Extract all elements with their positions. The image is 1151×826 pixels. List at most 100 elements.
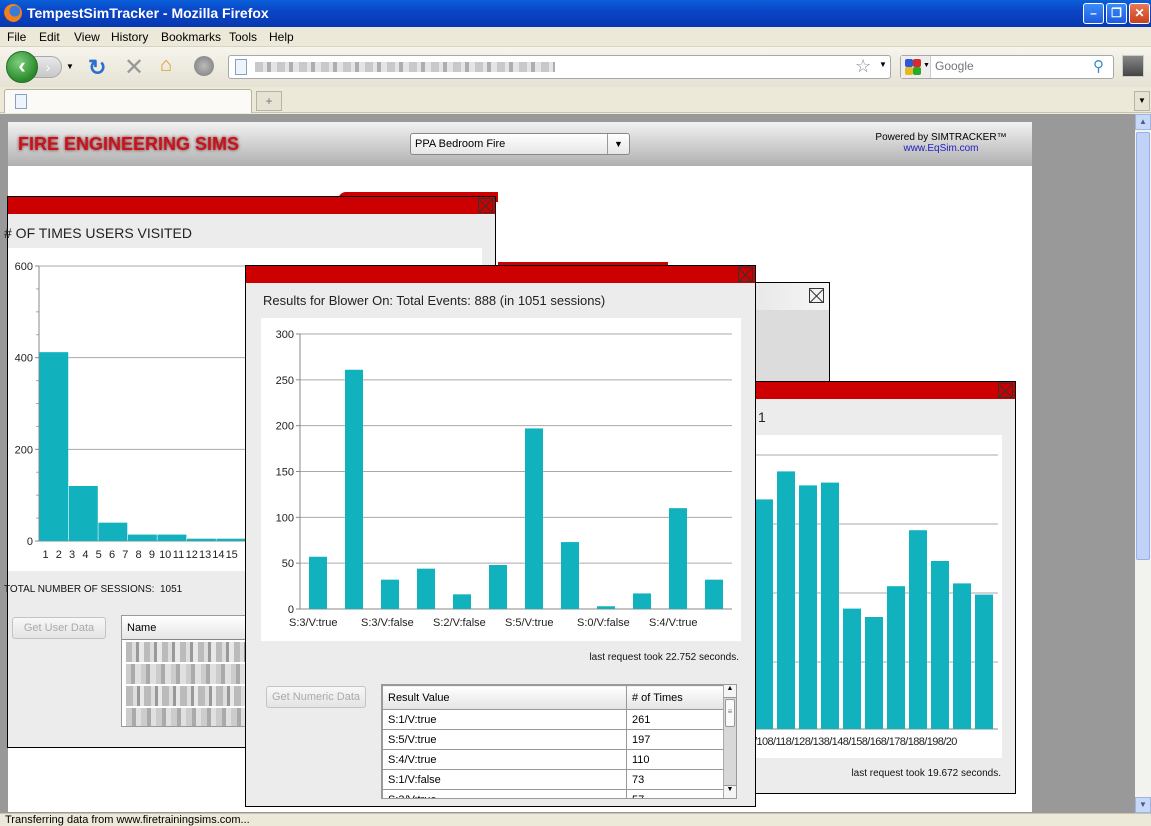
get-numeric-data-button[interactable]: Get Numeric Data [266,686,366,708]
bar-S:0/V:true [633,593,651,609]
vertical-scrollbar[interactable]: ▲ ▼ [1135,114,1151,813]
menu-edit[interactable]: Edit [39,30,60,44]
x-tick-label: 6 [109,549,115,561]
user-list-item[interactable] [126,708,246,726]
minimize-button[interactable]: – [1083,3,1104,24]
search-icon[interactable]: ⚲ [1093,57,1104,75]
tab-list-button[interactable]: ▼ [1134,91,1150,111]
cell-result: S:3/V:true [382,789,627,798]
y-tick-label: 300 [276,329,294,341]
dialog-title: # OF TIMES USERS VISITED [4,225,193,241]
cell-count: 261 [626,709,724,730]
user-list-header[interactable]: Name [122,616,250,640]
app-header: FIRE ENGINEERING SIMS PPA Bedroom Fire ▼… [8,122,1032,166]
bar-3 [98,522,128,541]
close-icon[interactable] [809,288,824,303]
search-bar[interactable]: ▼ ⚲ [900,55,1114,79]
column-header-count[interactable]: # of Times [626,685,724,710]
table-scrollbar-thumb[interactable]: ≡ [725,699,735,727]
scroll-down-icon[interactable]: ▼ [1135,797,1151,813]
google-engine-icon[interactable]: ▼ [901,56,931,78]
bar-20 [975,594,993,729]
bar-118 [777,471,795,729]
bar-S:1/V:false [561,542,579,609]
bar-198 [953,583,971,729]
y-tick-label: 600 [15,261,33,273]
eqsim-link[interactable]: www.EqSim.com [903,143,978,154]
y-tick-label: 50 [282,558,294,570]
globe-icon[interactable] [194,56,214,76]
table-scrollbar[interactable]: ▲ ≡ ▼ [723,685,736,798]
user-list-item[interactable] [126,642,246,662]
url-dropdown-icon[interactable]: ▼ [879,60,887,69]
restore-button[interactable]: ❐ [1106,3,1127,24]
bar-148 [843,608,861,729]
close-icon[interactable] [478,198,493,213]
menu-file[interactable]: File [7,30,26,44]
window-titlebar[interactable]: TempestSimTracker - Mozilla Firefox – ❐ … [0,0,1151,27]
user-list-item[interactable] [126,664,246,684]
tab-bar: + ▼ [0,87,1151,113]
blower-chart-svg: 0 50 100 150 200 250 300 S:3/V:true S:3/V:false S… [276,329,732,629]
cell-result: S:1/V:true [382,709,627,730]
cell-count: 73 [626,769,724,790]
cell-count: 110 [626,749,724,770]
history-dropdown-icon[interactable]: ▼ [66,62,74,71]
user-list[interactable]: Name [121,615,251,727]
stop-icon[interactable]: ✕ [124,53,144,82]
menu-help[interactable]: Help [269,30,294,44]
dialog-header[interactable] [754,382,1015,399]
bookmark-star-icon[interactable]: ☆ [855,56,871,77]
bar-S:4/V:false [705,579,723,609]
x-tick-label: 11 [173,549,184,561]
bar-S:5/V:true [525,428,543,609]
table-row[interactable]: S:1/V:true 261 [382,709,724,730]
request-time: last request took 22.752 seconds. [589,652,739,663]
user-list-item[interactable] [126,686,246,706]
x-tick-label: 7 [122,549,128,561]
scroll-up-icon[interactable]: ▲ [724,685,736,698]
get-user-data-button[interactable]: Get User Data [12,617,106,639]
bar-S:2/V:false [453,594,471,609]
menu-view[interactable]: View [74,30,100,44]
home-icon[interactable]: ⌂ [160,54,172,77]
close-icon[interactable] [738,267,753,282]
dialog-header[interactable] [8,197,495,214]
forward-button[interactable]: › [34,56,62,78]
menu-tools[interactable]: Tools [229,30,257,44]
close-window-button[interactable]: ✕ [1129,3,1150,24]
tab-manager-icon[interactable] [1122,55,1144,77]
reload-icon[interactable]: ↻ [88,55,106,81]
menu-history[interactable]: History [111,30,148,44]
y-tick-label: 150 [276,467,294,479]
table-row[interactable]: S:1/V:false 73 [382,769,724,790]
dialog-header[interactable] [246,266,755,283]
scroll-down-icon[interactable]: ▼ [724,785,736,798]
right-chart: /108/118/128/138/148/158/168/178/188/198… [754,435,1002,758]
bar-S:4/V:true [669,508,687,609]
url-bar[interactable]: ☆ ▼ [228,55,891,79]
menu-bookmarks[interactable]: Bookmarks [161,30,221,44]
new-tab-button[interactable]: + [256,91,282,111]
column-header-result-value[interactable]: Result Value [382,685,627,710]
powered-by-text: Powered by SIMTRACKER™ [875,132,1007,143]
search-input[interactable] [935,59,1085,73]
x-tick-label: S:3/V:true [289,617,338,629]
scrollbar-thumb[interactable] [1136,132,1150,560]
table-row[interactable]: S:5/V:true 197 [382,729,724,750]
dialog-right-results: 1 /108/118/128/138/148/158/168/178/188/1… [753,381,1016,794]
window-title: TempestSimTracker - Mozilla Firefox [27,5,269,21]
x-tick-label: S:5/V:true [505,617,554,629]
bar-108 [755,499,773,729]
cell-result: S:5/V:true [382,729,627,750]
bar-S:2/V:true [417,568,435,609]
tab-current[interactable] [4,89,252,113]
close-icon[interactable] [998,383,1013,398]
scroll-up-icon[interactable]: ▲ [1135,114,1151,130]
chevron-down-icon[interactable]: ▼ [607,134,629,154]
table-row[interactable]: S:3/V:true57 [382,789,724,798]
blower-chart: 0 50 100 150 200 250 300 S:3/V:true S:3/V:false S… [261,318,741,641]
simulation-select[interactable]: PPA Bedroom Fire ▼ [410,133,630,155]
back-button[interactable]: ‹ [6,51,38,83]
table-row[interactable]: S:4/V:true 110 [382,749,724,770]
